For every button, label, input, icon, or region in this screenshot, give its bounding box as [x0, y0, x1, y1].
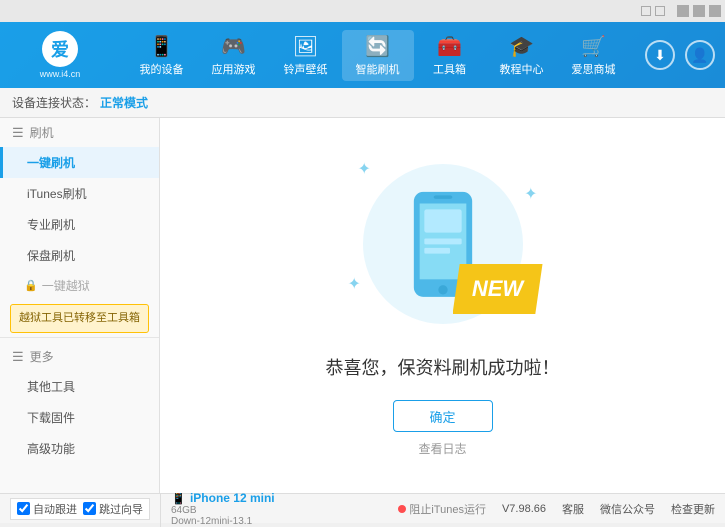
itunes-label: 阻止iTunes运行	[409, 501, 486, 517]
sidebar-section-flash: ☰ 刷机	[0, 118, 159, 147]
status-value: 正常模式	[100, 94, 148, 111]
sidebar-divider	[0, 337, 159, 338]
more-section-icon: ☰	[12, 349, 24, 365]
nav-icon-toolbox: 🧰	[437, 34, 462, 59]
auto-follow-label: 自动跟进	[33, 501, 77, 517]
title-bar	[0, 0, 725, 22]
nav-label-my-device: 我的设备	[140, 61, 184, 77]
nav-label-apps-games: 应用游戏	[212, 61, 256, 77]
sparkle-2: ✦	[524, 184, 537, 204]
nav-icon-smart-flash: 🔄	[365, 34, 390, 59]
skip-wizard-label: 跳过向导	[99, 501, 143, 517]
win-btn-2[interactable]	[655, 6, 665, 16]
sidebar-item-one-click-flash[interactable]: 一键刷机	[0, 147, 159, 178]
win-btn-1[interactable]	[641, 6, 651, 16]
new-badge-text: NEW	[472, 276, 523, 302]
logo-url: www.i4.cn	[40, 69, 81, 79]
nav-right: ⬇ 👤	[645, 40, 715, 70]
lock-icon: 🔒	[24, 279, 38, 292]
window-controls[interactable]	[641, 6, 665, 16]
confirm-button[interactable]: 确定	[393, 400, 493, 432]
nav-icon-wallpaper: 🖼	[293, 34, 318, 59]
maximize-icon[interactable]	[693, 5, 705, 17]
itunes-dot	[398, 505, 406, 513]
sidebar-item-jailbreak: 🔒 一键越狱	[0, 271, 159, 300]
jailbreak-label: 一键越狱	[42, 277, 90, 294]
sidebar-item-pro-flash[interactable]: 专业刷机	[0, 209, 159, 240]
sparkle-3: ✦	[348, 274, 361, 294]
bottom-right: 阻止iTunes运行 V7.98.66 客服 微信公众号 检查更新	[398, 501, 715, 517]
flash-section-icon: ☰	[12, 125, 24, 141]
check-update-link[interactable]: 检查更新	[671, 501, 715, 517]
content-area: ✦ ✦ ✦ NEW 恭喜您，保资料刷机成功啦！ 确定 查看日志	[160, 118, 725, 493]
nav-icon-my-device: 📱	[149, 34, 174, 59]
sidebar-item-download-firmware[interactable]: 下载固件	[0, 402, 159, 433]
sidebar-more-header: ☰ 更多	[0, 342, 159, 371]
logo-icon: 爱	[42, 31, 78, 67]
nav-item-my-device[interactable]: 📱 我的设备	[126, 30, 198, 81]
skip-wizard-checkbox-label[interactable]: 跳过向导	[83, 501, 143, 517]
sidebar: ☰ 刷机 一键刷机 iTunes刷机 专业刷机 保盘刷机 🔒 一键越狱 越狱工具…	[0, 118, 160, 493]
nav-item-shop[interactable]: 🛒 爱思商城	[558, 30, 630, 81]
user-button[interactable]: 👤	[685, 40, 715, 70]
auto-follow-checkbox-label[interactable]: 自动跟进	[17, 501, 77, 517]
nav-label-wallpaper: 铃声壁纸	[284, 61, 328, 77]
sparkle-1: ✦	[358, 159, 371, 179]
minimize-icon[interactable]	[677, 5, 689, 17]
nav-items: 📱 我的设备 🎮 应用游戏 🖼 铃声壁纸 🔄 智能刷机 🧰 工具箱 🎓 教程中心…	[110, 30, 645, 81]
nav-icon-apps-games: 🎮	[221, 34, 246, 59]
nav-label-toolbox: 工具箱	[433, 61, 466, 77]
device-version: Down-12mini-13.1	[171, 516, 252, 527]
status-bar: 设备连接状态： 正常模式	[0, 88, 725, 118]
sidebar-item-other-tools[interactable]: 其他工具	[0, 371, 159, 402]
wechat-link[interactable]: 微信公众号	[600, 501, 655, 517]
logo-area: 爱 www.i4.cn	[10, 31, 110, 79]
success-text: 恭喜您，保资料刷机成功啦！	[326, 354, 560, 380]
header: 爱 www.i4.cn 📱 我的设备 🎮 应用游戏 🖼 铃声壁纸 🔄 智能刷机 …	[0, 22, 725, 88]
checkboxes-container: 自动跟进 跳过向导	[10, 498, 150, 520]
nav-item-smart-flash[interactable]: 🔄 智能刷机	[342, 30, 414, 81]
nav-label-tutorial: 教程中心	[500, 61, 544, 77]
nav-item-wallpaper[interactable]: 🖼 铃声壁纸	[270, 30, 342, 81]
more-section-label: 更多	[30, 348, 54, 365]
sidebar-item-advanced[interactable]: 高级功能	[0, 433, 159, 464]
customer-service-link[interactable]: 客服	[562, 501, 584, 517]
sidebar-notice: 越狱工具已转移至工具箱	[10, 304, 149, 333]
nav-item-apps-games[interactable]: 🎮 应用游戏	[198, 30, 270, 81]
status-label: 设备连接状态：	[12, 94, 96, 111]
sidebar-item-itunes-flash[interactable]: iTunes刷机	[0, 178, 159, 209]
version-label: V7.98.66	[502, 503, 546, 515]
device-info: 📱 iPhone 12 mini 64GB Down-12mini-13.1	[160, 491, 275, 527]
sidebar-item-save-flash[interactable]: 保盘刷机	[0, 240, 159, 271]
download-button[interactable]: ⬇	[645, 40, 675, 70]
main-layout: ☰ 刷机 一键刷机 iTunes刷机 专业刷机 保盘刷机 🔒 一键越狱 越狱工具…	[0, 118, 725, 493]
nav-item-tutorial[interactable]: 🎓 教程中心	[486, 30, 558, 81]
nav-icon-shop: 🛒	[581, 34, 606, 59]
new-badge: NEW	[453, 264, 543, 314]
nav-icon-tutorial: 🎓	[509, 34, 534, 59]
flash-section-label: 刷机	[30, 124, 54, 141]
close-icon[interactable]	[709, 5, 721, 17]
nav-item-toolbox[interactable]: 🧰 工具箱	[414, 30, 486, 81]
itunes-status: 阻止iTunes运行	[398, 501, 486, 517]
bottom-left: 自动跟进 跳过向导 📱 iPhone 12 mini 64GB Down-12m…	[10, 491, 398, 527]
skip-wizard-checkbox[interactable]	[83, 502, 96, 515]
device-storage: 64GB	[171, 505, 197, 516]
show-daily-link[interactable]: 查看日志	[418, 440, 466, 457]
nav-label-shop: 爱思商城	[572, 61, 616, 77]
bottom-bar: 自动跟进 跳过向导 📱 iPhone 12 mini 64GB Down-12m…	[0, 493, 725, 523]
success-illustration: ✦ ✦ ✦ NEW	[343, 154, 543, 334]
nav-label-smart-flash: 智能刷机	[356, 61, 400, 77]
auto-follow-checkbox[interactable]	[17, 502, 30, 515]
